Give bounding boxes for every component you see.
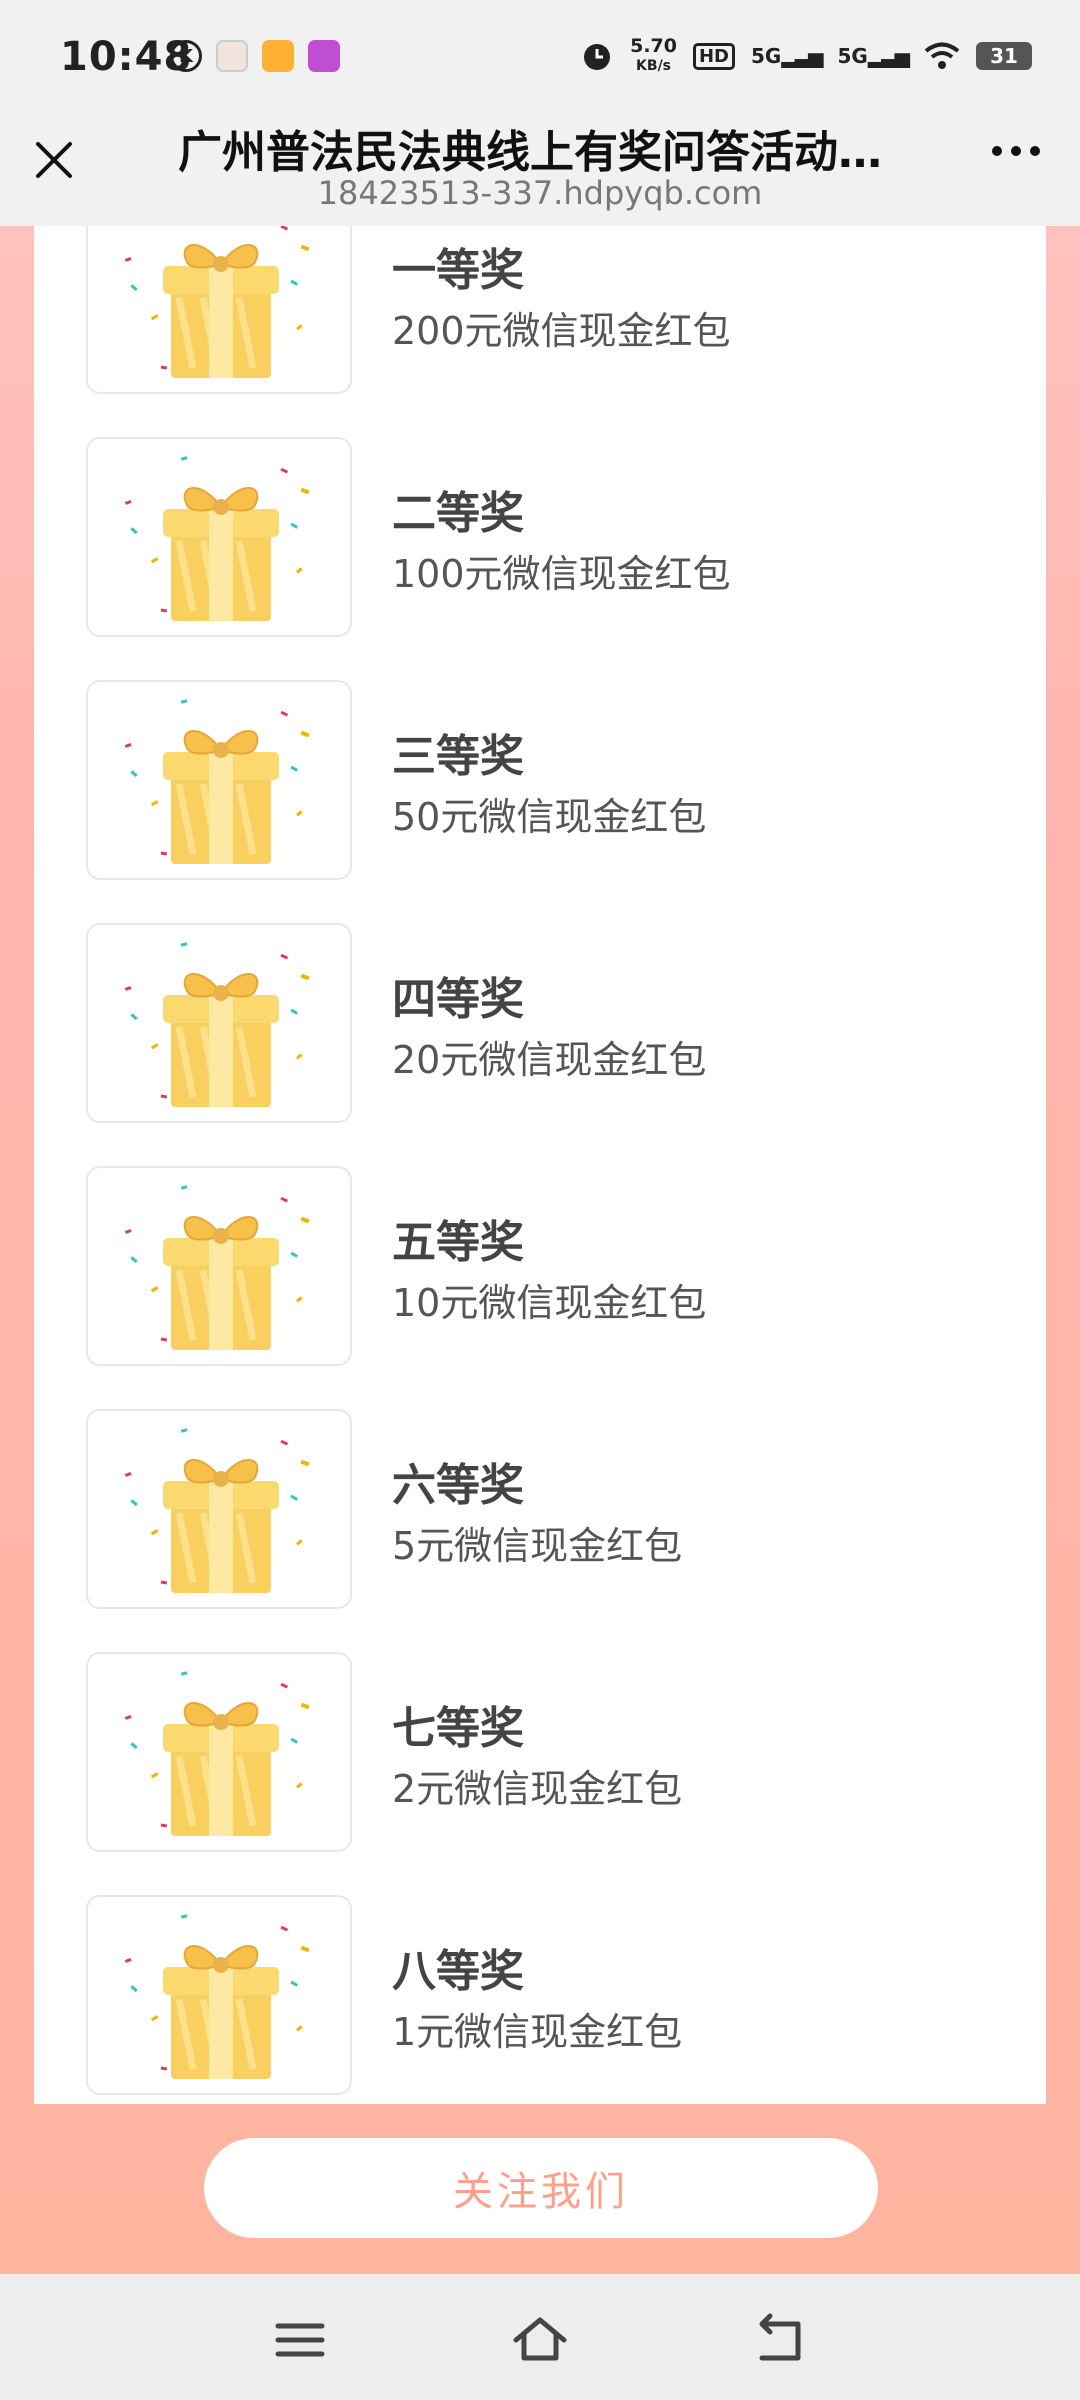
prize-name: 八等奖 — [392, 1946, 524, 1997]
gift-box-icon — [124, 456, 310, 621]
video-app-icon — [262, 40, 294, 72]
hd-icon: HD — [692, 42, 735, 70]
status-right-icons: 5.70 KB/s HD 5G▂▃▅ 5G▂▃▅ 31 — [580, 36, 1032, 76]
prize-image — [86, 1652, 352, 1852]
prize-item: 一等奖 200元微信现金红包 — [34, 226, 1046, 437]
status-bar: 10:48 K 5.70 KB/s HD 5G▂▃▅ 5G▂▃▅ 31 — [0, 0, 1080, 110]
gift-box-icon — [124, 1185, 310, 1350]
prize-image — [86, 1166, 352, 1366]
page-title: 广州普法民法典线上有奖问答活动… — [178, 127, 882, 178]
prize-name: 七等奖 — [392, 1703, 524, 1754]
menu-icon[interactable] — [270, 2312, 330, 2368]
prize-image — [86, 437, 352, 637]
avatar-app-icon — [216, 40, 248, 72]
alarm-icon — [584, 44, 611, 70]
notification-icons: K — [170, 40, 340, 72]
prize-name: 三等奖 — [392, 731, 524, 782]
gift-box-icon — [124, 1914, 310, 2079]
prize-item: 四等奖 20元微信现金红包 — [34, 923, 1046, 1166]
follow-us-button[interactable]: 关注我们 — [204, 2138, 878, 2238]
prize-description: 50元微信现金红包 — [392, 795, 707, 839]
signal-sim2-icon: 5G▂▃▅ — [837, 44, 911, 68]
page-background: 一等奖 200元微信现金红包 二等奖 100元微信现金红包 三等奖 50元微信现… — [0, 226, 1080, 2274]
more-dots-icon[interactable] — [992, 146, 1040, 156]
back-icon[interactable] — [750, 2312, 810, 2368]
prize-description: 5元微信现金红包 — [392, 1524, 683, 1568]
page-url: 18423513-337.hdpyqb.com — [317, 174, 763, 212]
navigation-bar — [0, 2274, 1080, 2400]
wifi-icon — [924, 42, 960, 69]
network-speed: 5.70 KB/s — [630, 35, 677, 74]
prize-description: 10元微信现金红包 — [392, 1281, 707, 1325]
prize-item: 八等奖 1元微信现金红包 — [34, 1895, 1046, 2104]
prize-item: 六等奖 5元微信现金红包 — [34, 1409, 1046, 1652]
gift-box-icon — [124, 1428, 310, 1593]
prize-image — [86, 680, 352, 880]
prize-item: 五等奖 10元微信现金红包 — [34, 1166, 1046, 1409]
prize-image — [86, 923, 352, 1123]
title-bar: 广州普法民法典线上有奖问答活动… 18423513-337.hdpyqb.com — [0, 110, 1080, 226]
home-icon[interactable] — [510, 2312, 570, 2368]
prize-description: 20元微信现金红包 — [392, 1038, 707, 1082]
prize-description: 100元微信现金红包 — [392, 552, 731, 596]
prize-description: 200元微信现金红包 — [392, 309, 731, 353]
prize-name: 二等奖 — [392, 488, 524, 539]
prize-panel: 一等奖 200元微信现金红包 二等奖 100元微信现金红包 三等奖 50元微信现… — [34, 226, 1046, 2104]
prize-description: 2元微信现金红包 — [392, 1767, 683, 1811]
gift-box-icon — [124, 942, 310, 1107]
prize-name: 四等奖 — [392, 974, 524, 1025]
prize-name: 五等奖 — [392, 1217, 524, 1268]
prize-name: 一等奖 — [392, 245, 524, 296]
prize-item: 二等奖 100元微信现金红包 — [34, 437, 1046, 680]
prize-item: 三等奖 50元微信现金红包 — [34, 680, 1046, 923]
prize-description: 1元微信现金红包 — [392, 2010, 683, 2054]
prize-name: 六等奖 — [392, 1460, 524, 1511]
gift-box-icon — [124, 1671, 310, 1836]
prize-image — [86, 1409, 352, 1609]
signal-sim1-icon: 5G▂▃▅ — [751, 44, 824, 68]
prize-item: 七等奖 2元微信现金红包 — [34, 1652, 1046, 1895]
battery-indicator: 31 — [976, 42, 1032, 70]
prize-list: 一等奖 200元微信现金红包 二等奖 100元微信现金红包 三等奖 50元微信现… — [34, 226, 1046, 2104]
gift-box-icon — [124, 699, 310, 864]
prize-image — [86, 226, 352, 394]
k-app-icon: K — [170, 40, 202, 72]
close-icon[interactable] — [30, 136, 78, 184]
gift-box-icon — [124, 226, 310, 378]
prize-image — [86, 1895, 352, 2095]
bank-app-icon — [308, 40, 340, 72]
